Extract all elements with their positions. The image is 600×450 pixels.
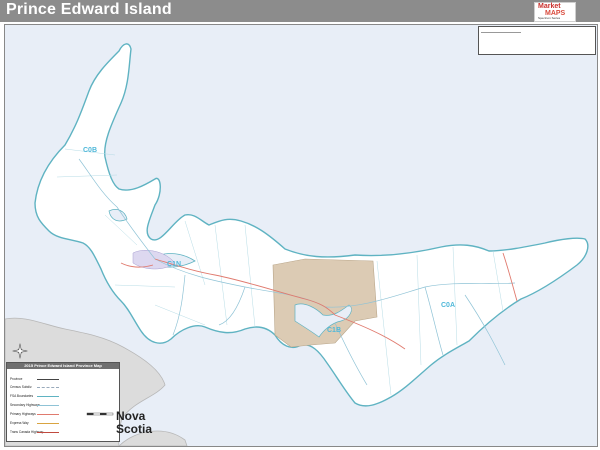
nova-scotia-line2: Scotia — [116, 422, 153, 436]
table-col-1 — [481, 28, 521, 33]
brand-logo: Market MAPS Spectrum Series — [534, 2, 576, 22]
brand-line1: Market — [538, 3, 561, 10]
nova-scotia-label: Nova Scotia — [116, 410, 152, 436]
brand-tagline: Spectrum Series — [538, 16, 561, 20]
legend-row-census: Census Subdiv. — [10, 385, 33, 389]
map-legend: 2015 Prince Edward Island Province Map P… — [6, 362, 120, 442]
legend-swatch-primary — [37, 414, 59, 415]
legend-title: 2015 Prince Edward Island Province Map — [7, 363, 119, 369]
legend-swatch-secondary — [37, 405, 59, 406]
scale-bar-icon — [86, 412, 114, 416]
legend-swatch-express — [37, 423, 59, 424]
legend-swatch-transcanada — [37, 432, 59, 433]
map-title: Prince Edward Island — [6, 1, 172, 18]
legend-row-express: Express Way — [10, 421, 29, 425]
fsa-label-c0b: C0B — [83, 147, 98, 154]
fsa-reference-table — [478, 26, 596, 55]
legend-swatch-fsa — [37, 396, 59, 397]
legend-swatch-province — [37, 379, 59, 380]
fsa-label-c1n: C1N — [167, 261, 182, 268]
legend-swatch-census — [37, 387, 59, 388]
legend-row-secondary: Secondary Highways — [10, 403, 40, 407]
legend-row-fsa: FSA Boundaries — [10, 394, 34, 398]
title-bar: Prince Edward Island Market MAPS Spectru… — [0, 0, 600, 22]
fsa-label-c0a: C0A — [441, 302, 456, 309]
legend-row-primary: Primary Highways — [10, 412, 36, 416]
fsa-label-c1b: C1B — [327, 327, 342, 334]
compass-rose-icon — [12, 343, 28, 359]
legend-row-province: Province — [10, 377, 23, 381]
